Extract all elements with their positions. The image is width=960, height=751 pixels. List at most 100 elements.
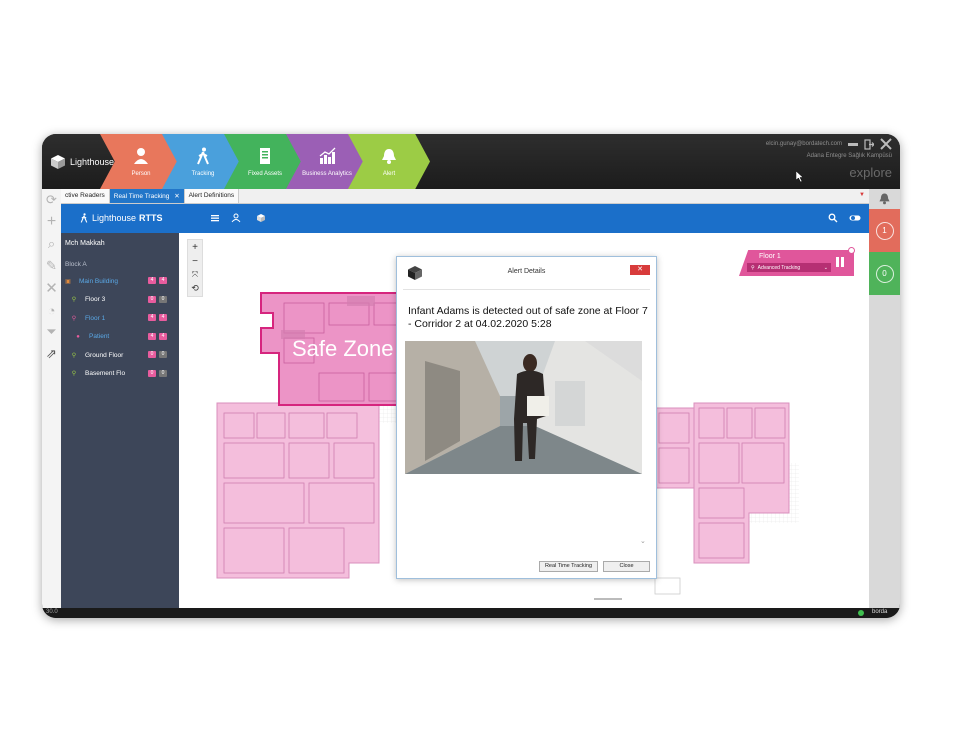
user-email[interactable]: elcin.gunay@bordatech.com [766,141,842,147]
count-badge: 0 [159,295,167,303]
app-name-bold: RTTS [139,213,163,223]
tab-active-readers[interactable]: ctive Readers [61,189,110,203]
module-label: Person [131,170,151,177]
alert-details-dialog: Alert Details ✕ Infant Adams is detected… [396,256,657,579]
location-pin-icon: ⚲ [751,264,755,271]
module-label: Alert [382,170,396,177]
module-ribbon: Lighthouse Person Tracking Fixed Assets … [42,134,900,189]
minimize-icon[interactable] [848,142,858,146]
app-header: Lighthouse RTTS [61,204,869,233]
camera-snapshot [405,341,642,474]
tab-label: Alert Definitions [188,192,235,199]
edit-icon[interactable]: ✎ [42,255,61,277]
tree-item[interactable]: ● Patient 4 4 [61,328,179,347]
location-pin-icon: ▣ [65,278,71,285]
cube-logo-icon [51,155,65,169]
real-time-tracking-button[interactable]: Real Time Tracking [539,561,598,572]
delete-icon[interactable]: ✕ [42,277,61,299]
count-badge: 4 [148,314,156,321]
app-name-light: Lighthouse [92,213,137,223]
tree-item-label: Ground Floor [85,351,124,359]
count-badge: 4 [148,332,156,340]
count-badge: 0 [148,295,156,303]
dialog-header: Alert Details ✕ [397,257,656,287]
alarm-count: 1 [875,221,894,240]
alarm-count-panel[interactable]: 1 [869,209,900,252]
org-name: Adana Entegre Sağlık Kampüsü [806,153,892,159]
tree-item[interactable]: ⚲ Floor 1 44 [61,309,179,328]
count-badge: 0 [159,351,167,358]
count-badge: 0 [148,369,156,377]
tree-item[interactable]: ⚲ Ground Floor 0 0 [61,346,179,365]
tab-label: Real Time Tracking [113,193,170,200]
cube-icon[interactable] [256,213,266,223]
rotate-icon[interactable]: ⟲ [191,283,199,294]
close-icon[interactable] [880,138,892,150]
tree-item[interactable]: ▣ Main Building 4 4 [61,272,179,291]
location-pin-icon: ⚲ [71,352,77,359]
count-badge: 4 [159,277,167,284]
map-controls: + − ⤧ ⟲ [187,239,203,297]
online-status-icon [858,610,864,616]
tab-real-time-tracking[interactable]: Real Time Tracking ✕ [109,189,185,203]
tree-item-label: Main Building [79,277,119,285]
count-badge: 0 [148,351,156,358]
block-name[interactable]: Block A [61,247,179,268]
close-button[interactable]: Close [603,561,650,572]
logout-icon[interactable] [864,138,874,150]
fit-screen-icon[interactable]: ⤧ [192,270,198,280]
ok-count: 0 [875,264,894,283]
floor-mode-select[interactable]: ⚲ Advanced Tracking ⌄ [747,263,831,272]
hospital-name[interactable]: Mch Makkah [61,233,179,247]
tree-item[interactable]: ⚲ Floor 3 00 [61,291,179,310]
left-toolbar: ⟳ + ⌕ ✎ ✕ ◔ ⏷ ⇗ [42,189,61,608]
version-text: 30.0 [46,609,58,615]
scroll-indicator-icon[interactable]: ⌄ [640,537,646,545]
tree-item-label: Basement Flo [85,370,126,378]
app-title: Lighthouse RTTS [79,212,163,224]
user-panel: elcin.gunay@bordatech.com Adana Entegre … [766,138,892,180]
widget-close-icon[interactable] [848,247,855,254]
refresh-icon[interactable]: ⟳ [42,189,61,211]
floor-selector-widget[interactable]: Floor 1 ⚲ Advanced Tracking ⌄ [739,247,855,277]
tab-dropdown-icon[interactable]: ▼ [855,189,869,203]
safe-zone-label: Safe Zone [292,336,394,361]
zoom-out-icon[interactable]: − [192,256,198,267]
explore-label[interactable]: explore [766,165,892,180]
zoom-in-icon[interactable]: + [192,242,198,253]
notifications-bell-icon[interactable] [878,192,891,205]
tab-bar: ctive Readers Real Time Tracking ✕ Alert… [61,189,869,204]
add-icon[interactable]: + [42,211,61,233]
search-icon[interactable] [828,213,838,223]
ok-count-panel[interactable]: 0 [869,252,900,295]
dialog-close-icon[interactable]: ✕ [630,265,650,275]
alert-message: Infant Adams is detected out of safe zon… [408,305,648,330]
brand-text: borda [872,609,888,615]
search-document-icon[interactable]: ⌕ [42,233,61,255]
user-icon[interactable] [231,213,241,223]
tab-spacer [239,189,855,203]
pause-icon[interactable] [836,257,845,267]
bell-icon [382,148,396,164]
export-icon[interactable]: ⇗ [42,343,61,365]
tab-close-icon[interactable]: ✕ [174,193,179,200]
filter-icon[interactable]: ⏷ [42,321,61,343]
menu-icon[interactable] [210,213,220,223]
count-badge: 0 [159,369,167,377]
count-badge: 4 [148,277,156,284]
logo-text: Lighthouse [70,157,115,167]
dialog-divider [403,289,650,290]
chevron-down-icon: ⌄ [823,264,828,271]
status-bar: 30.0 borda [42,608,900,618]
tab-label: ctive Readers [65,192,105,199]
module-label: Business Analytics [302,170,352,177]
tab-alert-definitions[interactable]: Alert Definitions [184,189,240,203]
location-pin-icon: ⚲ [71,315,77,322]
walking-icon [197,147,209,164]
toggle-icon[interactable] [849,213,861,223]
tree-item[interactable]: ⚲ Basement Flo 0 0 [61,365,179,384]
history-icon[interactable]: ◔ [42,299,61,321]
person-icon [134,147,148,164]
count-badge: 4 [159,314,167,321]
mouse-cursor-icon [796,171,804,182]
